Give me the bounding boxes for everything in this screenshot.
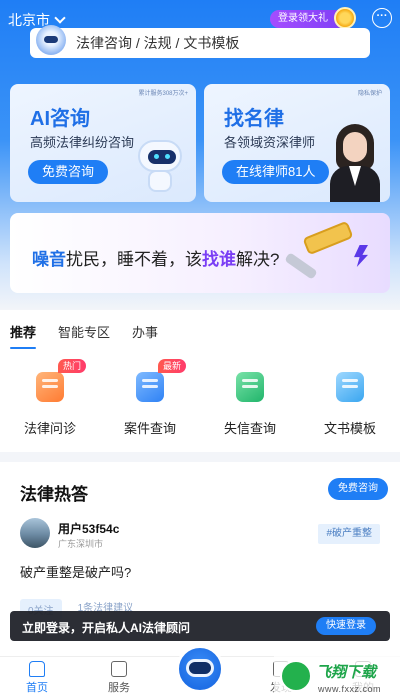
service-section: 推荐 智能专区 办事 热门 法律问诊 最新 案件查询 失信查询 文书模板 (0, 310, 400, 452)
card-subtitle: 高频法律纠纷咨询 (30, 135, 135, 150)
search-doc-icon (136, 372, 164, 402)
card-title: AI咨询 (30, 108, 90, 130)
card-tag: 累计服务308万次+ (138, 91, 188, 97)
banner-text: 噪音扰民，睡不着，该找谁解决? (32, 250, 280, 269)
gavel-icon (284, 220, 368, 283)
more-icon[interactable]: ··· (372, 8, 392, 28)
ai-consult-card[interactable]: 累计服务308万次+ AI咨询 高频法律纠纷咨询 免费咨询 (10, 84, 196, 202)
find-lawyer-card[interactable]: 隐私保护 找名律 各领域资深律师 在线律师81人 (204, 84, 390, 202)
id-card-icon (236, 372, 264, 402)
home-icon (29, 661, 45, 677)
robot-mascot-icon (136, 140, 184, 194)
user-name: 用户53f54c (58, 522, 120, 536)
tab-smart-zone[interactable]: 智能专区 (58, 322, 110, 341)
tab-services[interactable]: 办事 (132, 322, 158, 341)
section-title: 法律热答 (20, 485, 88, 504)
login-gift-button[interactable]: 登录领大礼 (270, 7, 356, 29)
top-bar: 北京市 登录领大礼 ··· (8, 7, 392, 30)
nav-service[interactable]: 服务 (94, 661, 144, 695)
service-label: 文书模板 (323, 421, 376, 436)
hot-badge: 热门 (58, 359, 87, 373)
quick-login-button[interactable]: 快速登录 (316, 617, 376, 635)
service-case-query[interactable]: 最新 案件查询 (100, 359, 200, 442)
coin-icon (334, 7, 356, 29)
lawyer-portrait (330, 124, 380, 202)
service-grid: 热门 法律问诊 最新 案件查询 失信查询 文书模板 (0, 359, 400, 442)
noise-banner[interactable]: 噪音扰民，睡不着，该找谁解决? (10, 213, 390, 293)
robot-avatar-icon (36, 25, 66, 55)
avatar[interactable] (20, 518, 50, 548)
watermark-url: www.fxxz.com (318, 684, 382, 694)
watermark-name: 飞翔下载 (316, 664, 377, 681)
free-consult-button[interactable]: 免费咨询 (328, 478, 388, 500)
chat-icon (36, 372, 64, 402)
watermark-logo (280, 660, 312, 692)
online-lawyers-button[interactable]: 在线律师81人 (222, 160, 330, 184)
service-doc-templates[interactable]: 文书模板 (300, 362, 400, 442)
card-title: 找名律 (224, 108, 284, 130)
new-badge: 最新 (158, 359, 187, 373)
service-label: 失信查询 (223, 421, 276, 436)
search-placeholder: 法律咨询 / 法规 / 文书模板 (76, 35, 240, 51)
tab-recommend[interactable]: 推荐 (10, 322, 37, 349)
card-tag: 隐私保护 (357, 91, 382, 97)
question-text[interactable]: 破产重整是破产吗? (20, 562, 131, 581)
nav-home[interactable]: 首页 (12, 661, 62, 695)
document-icon (336, 372, 364, 402)
chevron-down-icon (54, 12, 66, 24)
login-toast: 立即登录，开启私人AI法律顾问 快速登录 (10, 611, 390, 641)
toast-text: 立即登录，开启私人AI法律顾问 (22, 621, 191, 635)
free-consult-button[interactable]: 免费咨询 (28, 160, 109, 184)
service-credit-query[interactable]: 失信查询 (200, 362, 300, 442)
section-tabs: 推荐 智能专区 办事 (10, 322, 158, 349)
service-label: 法律问诊 (23, 421, 76, 436)
topic-tag[interactable]: #破产重整 (318, 524, 380, 544)
ai-assistant-icon[interactable] (176, 645, 224, 693)
service-label: 案件查询 (123, 421, 176, 436)
card-subtitle: 各领域资深律师 (224, 135, 316, 150)
gift-label: 登录领大礼 (278, 13, 328, 24)
user-location: 广东深圳市 (58, 539, 104, 549)
search-bar[interactable]: 法律咨询 / 法规 / 文书模板 (30, 25, 370, 58)
list-icon (111, 661, 127, 677)
watermark: 飞翔下载 www.fxxz.com (274, 656, 400, 700)
service-legal-consult[interactable]: 热门 法律问诊 (0, 359, 100, 442)
